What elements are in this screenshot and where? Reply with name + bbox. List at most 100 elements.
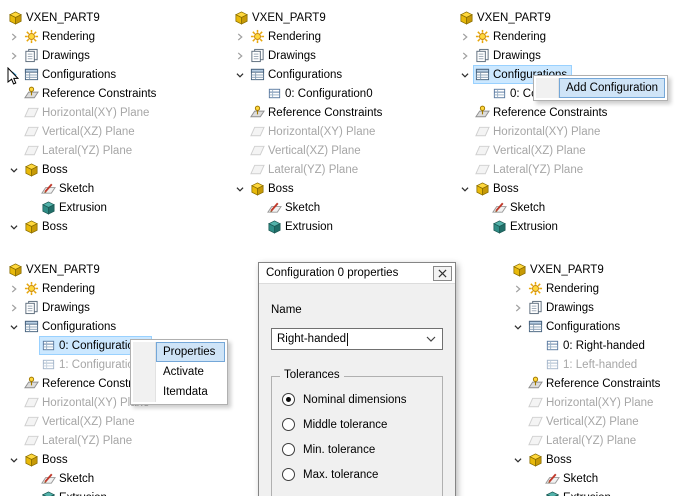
- tree-item-lateral-yz-plane[interactable]: Lateral(YZ) Plane: [4, 431, 161, 450]
- dialog-title-bar[interactable]: Configuration 0 properties: [259, 263, 455, 284]
- tree-item-lateral-yz-plane[interactable]: Lateral(YZ) Plane: [508, 431, 665, 450]
- tree-item-sketch[interactable]: Sketch: [230, 198, 387, 217]
- expand-arrow-icon[interactable]: [6, 281, 22, 297]
- tree-item-configurations[interactable]: Configurations: [508, 317, 665, 336]
- tree-item-boss[interactable]: Boss: [230, 179, 387, 198]
- tree-item-label: Horizontal(XY) Plane: [546, 397, 653, 409]
- tree-item-configurations[interactable]: Configurations: [230, 65, 387, 84]
- tree-item-extrusion[interactable]: Extrusion: [4, 488, 161, 496]
- collapse-arrow-icon[interactable]: [6, 319, 22, 335]
- expand-arrow-icon[interactable]: [232, 48, 248, 64]
- expand-arrow-icon[interactable]: [6, 300, 22, 316]
- tree-item-rendering[interactable]: Rendering: [4, 279, 161, 298]
- tree-item-rendering[interactable]: Rendering: [4, 27, 161, 46]
- tree-item-boss[interactable]: Boss: [4, 217, 161, 236]
- tree-item-extrusion[interactable]: Extrusion: [455, 217, 612, 236]
- radio-min-tolerance[interactable]: Min. tolerance: [282, 443, 432, 456]
- tree-item-drawings[interactable]: Drawings: [230, 46, 387, 65]
- tree-item-vertical-xz-plane[interactable]: Vertical(XZ) Plane: [4, 122, 161, 141]
- radio-nominal-dimensions[interactable]: Nominal dimensions: [282, 393, 432, 406]
- tree-item-label: 0: Configuration0: [285, 88, 373, 100]
- tree-item-configurations[interactable]: Configurations: [4, 317, 161, 336]
- tree-item-content: Configurations: [22, 317, 121, 336]
- tree-item-horizontal-xy-plane[interactable]: Horizontal(XY) Plane: [4, 103, 161, 122]
- tree-item-vertical-xz-plane[interactable]: Vertical(XZ) Plane: [230, 141, 387, 160]
- tree-item-sketch[interactable]: Sketch: [455, 198, 612, 217]
- tree-item-lateral-yz-plane[interactable]: Lateral(YZ) Plane: [230, 160, 387, 179]
- tree-item-horizontal-xy-plane[interactable]: Horizontal(XY) Plane: [230, 122, 387, 141]
- tree-item-drawings[interactable]: Drawings: [4, 298, 161, 317]
- expand-arrow-icon[interactable]: [6, 29, 22, 45]
- tree-item-rendering[interactable]: Rendering: [230, 27, 387, 46]
- close-button[interactable]: [433, 266, 452, 281]
- tree-item-configurations[interactable]: Configurations: [4, 65, 161, 84]
- tree-item-vxen-part9[interactable]: VXEN_PART9: [4, 260, 161, 279]
- tree-item-drawings[interactable]: Drawings: [4, 46, 161, 65]
- tree-item-vxen-part9[interactable]: VXEN_PART9: [230, 8, 387, 27]
- extrusion-icon: [41, 200, 56, 215]
- tree-item-extrusion[interactable]: Extrusion: [508, 488, 665, 496]
- collapse-arrow-icon[interactable]: [6, 452, 22, 468]
- tree-item-sketch[interactable]: Sketch: [4, 469, 161, 488]
- tree-item-reference-constraints[interactable]: Reference Constraints: [455, 103, 612, 122]
- tree-item-sketch[interactable]: Sketch: [4, 179, 161, 198]
- collapse-arrow-icon[interactable]: [457, 181, 473, 197]
- tree-item-boss[interactable]: Boss: [4, 450, 161, 469]
- tree-item-0-configuration0[interactable]: 0: Configuration0: [230, 84, 387, 103]
- tree-item-vxen-part9[interactable]: VXEN_PART9: [455, 8, 612, 27]
- tree-item-label: Extrusion: [59, 202, 107, 214]
- expand-arrow-icon[interactable]: [457, 48, 473, 64]
- tree-item-reference-constraints[interactable]: Reference Constraints: [508, 374, 665, 393]
- menu-item-itemdata[interactable]: Itemdata: [156, 382, 225, 402]
- tree-item-boss[interactable]: Boss: [455, 179, 612, 198]
- tree-item-extrusion[interactable]: Extrusion: [230, 217, 387, 236]
- expand-arrow-icon[interactable]: [6, 48, 22, 64]
- arrow-slot-empty: [457, 124, 473, 140]
- tree-item-0-right-handed[interactable]: 0: Right-handed: [508, 336, 665, 355]
- collapse-arrow-icon[interactable]: [510, 452, 526, 468]
- tree-item-lateral-yz-plane[interactable]: Lateral(YZ) Plane: [4, 141, 161, 160]
- tree-item-vertical-xz-plane[interactable]: Vertical(XZ) Plane: [4, 412, 161, 431]
- tree-item-vertical-xz-plane[interactable]: Vertical(XZ) Plane: [455, 141, 612, 160]
- tree-item-reference-constraints[interactable]: Reference Constraints: [230, 103, 387, 122]
- expand-arrow-icon[interactable]: [457, 29, 473, 45]
- tree-item-drawings[interactable]: Drawings: [508, 298, 665, 317]
- tree-item-label: Horizontal(XY) Plane: [268, 126, 375, 138]
- collapse-arrow-icon[interactable]: [6, 162, 22, 178]
- tree-item-lateral-yz-plane[interactable]: Lateral(YZ) Plane: [455, 160, 612, 179]
- tolerances-groupbox: Tolerances Nominal dimensionsMiddle tole…: [271, 376, 443, 496]
- tree-item-vertical-xz-plane[interactable]: Vertical(XZ) Plane: [508, 412, 665, 431]
- expand-arrow-icon[interactable]: [510, 300, 526, 316]
- radio-max-tolerance[interactable]: Max. tolerance: [282, 468, 432, 481]
- tree-item-vxen-part9[interactable]: VXEN_PART9: [508, 260, 665, 279]
- tree-item-vxen-part9[interactable]: VXEN_PART9: [4, 8, 161, 27]
- collapse-arrow-icon[interactable]: [457, 67, 473, 83]
- collapse-arrow-icon[interactable]: [232, 67, 248, 83]
- collapse-arrow-icon[interactable]: [6, 219, 22, 235]
- tree-item-rendering[interactable]: Rendering: [508, 279, 665, 298]
- tree-item-sketch[interactable]: Sketch: [508, 469, 665, 488]
- configurations-icon: [475, 67, 490, 82]
- name-combobox[interactable]: Right-handed: [271, 328, 443, 350]
- tree-item-content: Drawings: [22, 46, 95, 65]
- tree-item-horizontal-xy-plane[interactable]: Horizontal(XY) Plane: [508, 393, 665, 412]
- collapse-arrow-icon[interactable]: [510, 319, 526, 335]
- tree-item-boss[interactable]: Boss: [508, 450, 665, 469]
- tree-item-drawings[interactable]: Drawings: [455, 46, 612, 65]
- dropdown-chevron-icon[interactable]: [423, 336, 439, 342]
- expand-arrow-icon[interactable]: [232, 29, 248, 45]
- collapse-arrow-icon[interactable]: [232, 181, 248, 197]
- expand-arrow-icon[interactable]: [510, 281, 526, 297]
- menu-item-activate[interactable]: Activate: [156, 362, 225, 382]
- plane-icon: [250, 124, 265, 139]
- tree-item-rendering[interactable]: Rendering: [455, 27, 612, 46]
- menu-item-add-configuration[interactable]: Add Configuration: [559, 78, 665, 98]
- menu-item-properties[interactable]: Properties: [156, 342, 225, 362]
- tree-item-horizontal-xy-plane[interactable]: Horizontal(XY) Plane: [455, 122, 612, 141]
- reference-icon: [24, 86, 39, 101]
- tree-item-1-left-handed[interactable]: 1: Left-handed: [508, 355, 665, 374]
- radio-middle-tolerance[interactable]: Middle tolerance: [282, 418, 432, 431]
- tree-item-boss[interactable]: Boss: [4, 160, 161, 179]
- tree-item-extrusion[interactable]: Extrusion: [4, 198, 161, 217]
- tree-item-reference-constraints[interactable]: Reference Constraints: [4, 84, 161, 103]
